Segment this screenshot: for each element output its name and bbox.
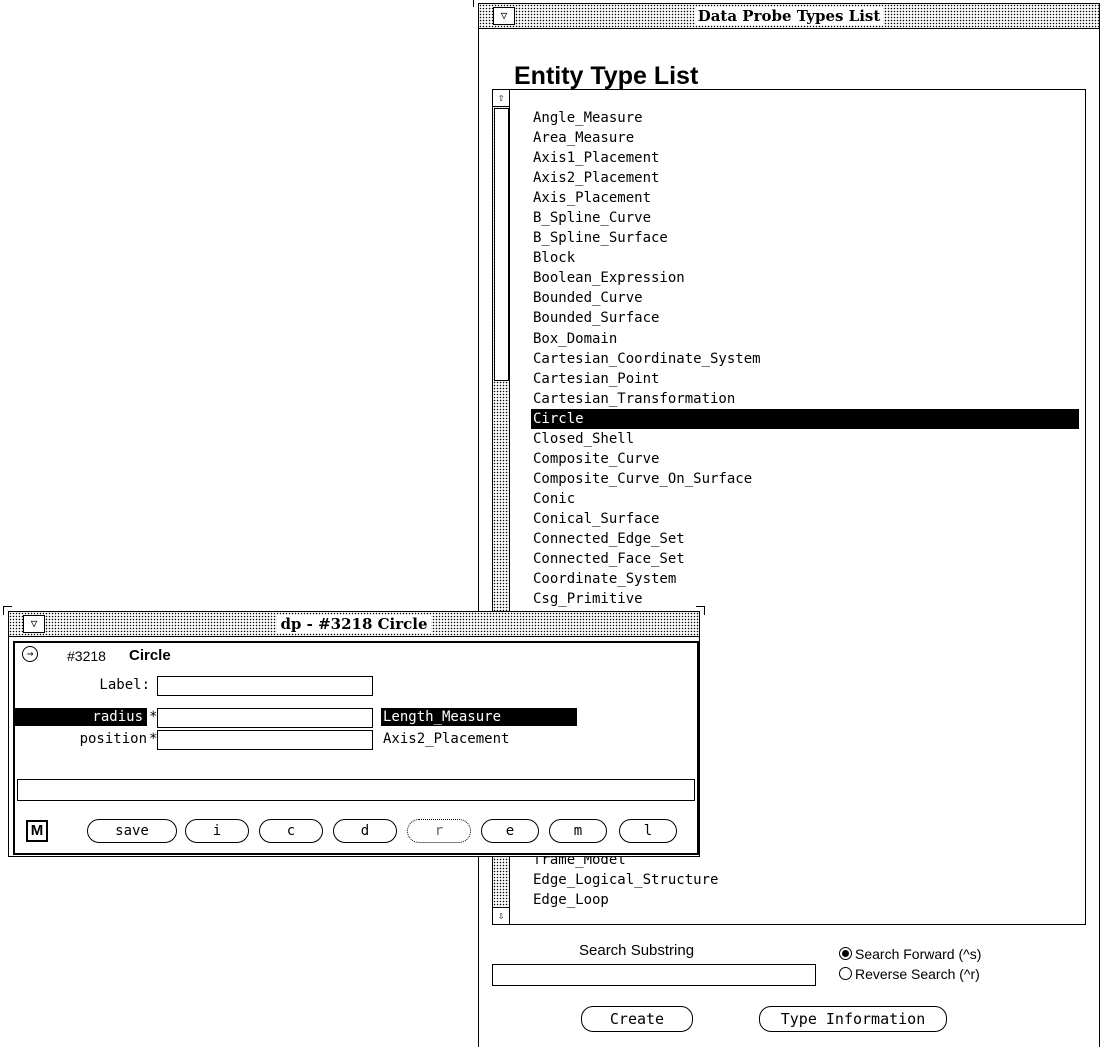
- search-forward-label: Search Forward (^s): [855, 946, 982, 962]
- radius-input[interactable]: [157, 708, 373, 728]
- label-input[interactable]: [157, 676, 373, 696]
- scroll-thumb[interactable]: [494, 108, 509, 381]
- save-button[interactable]: save: [87, 819, 177, 843]
- entity-name: Circle: [129, 647, 171, 664]
- list-item[interactable]: Csg_Primitive: [531, 589, 1079, 609]
- list-item[interactable]: Cartesian_Transformation: [531, 389, 1079, 409]
- list-item[interactable]: Axis2_Placement: [531, 168, 1079, 188]
- list-item[interactable]: Axis1_Placement: [531, 148, 1079, 168]
- circle-arrow-icon[interactable]: →: [22, 646, 38, 662]
- reverse-search-option[interactable]: Reverse Search (^r): [839, 966, 980, 982]
- radius-label[interactable]: radius: [15, 708, 147, 726]
- list-item[interactable]: Edge_Loop: [531, 890, 1079, 910]
- position-input[interactable]: [157, 730, 373, 750]
- i-button[interactable]: i: [185, 819, 249, 843]
- list-item[interactable]: Edge_Logical_Structure: [531, 870, 1079, 890]
- list-item[interactable]: Cartesian_Point: [531, 369, 1079, 389]
- radius-type[interactable]: Length_Measure: [381, 708, 577, 726]
- c-button[interactable]: c: [259, 819, 323, 843]
- list-item[interactable]: Block: [531, 248, 1079, 268]
- list-item[interactable]: Bounded_Surface: [531, 308, 1079, 328]
- list-item[interactable]: Connected_Face_Set: [531, 549, 1079, 569]
- reverse-search-label: Reverse Search (^r): [855, 966, 980, 982]
- position-type[interactable]: Axis2_Placement: [383, 731, 509, 747]
- list-item[interactable]: Angle_Measure: [531, 108, 1079, 128]
- position-label[interactable]: position: [35, 731, 147, 747]
- list-item[interactable]: Connected_Edge_Set: [531, 529, 1079, 549]
- list-item[interactable]: Box_Domain: [531, 329, 1079, 349]
- list-item[interactable]: Closed_Shell: [531, 429, 1079, 449]
- title-bar[interactable]: ▽ Data Probe Types List: [479, 4, 1099, 29]
- scroll-down-arrow-icon[interactable]: ⇩: [493, 907, 509, 924]
- label-field-label: Label:: [99, 677, 150, 693]
- window-title: Data Probe Types List: [694, 7, 884, 25]
- list-item[interactable]: Axis_Placement: [531, 188, 1079, 208]
- search-input[interactable]: [492, 964, 816, 986]
- title-bar[interactable]: ▽ dp - #3218 Circle: [9, 612, 699, 637]
- list-item[interactable]: Area_Measure: [531, 128, 1079, 148]
- list-heading: Entity Type List: [514, 62, 699, 90]
- radio-selected-icon[interactable]: [839, 947, 852, 960]
- l-button[interactable]: l: [619, 819, 677, 843]
- list-item[interactable]: Cartesian_Coordinate_System: [531, 349, 1079, 369]
- list-item[interactable]: Circle: [531, 408, 1079, 429]
- e-button[interactable]: e: [481, 819, 539, 843]
- required-marker: *: [149, 731, 158, 747]
- window-title: dp - #3218 Circle: [277, 615, 431, 633]
- list-item[interactable]: Composite_Curve: [531, 449, 1079, 469]
- scroll-up-arrow-icon[interactable]: ⇧: [493, 90, 509, 107]
- entity-id: #3218: [67, 648, 106, 664]
- list-item[interactable]: Composite_Curve_On_Surface: [531, 469, 1079, 489]
- radio-unselected-icon[interactable]: [839, 967, 852, 980]
- list-item[interactable]: Bounded_Curve: [531, 288, 1079, 308]
- m-button[interactable]: m: [549, 819, 607, 843]
- d-button[interactable]: d: [333, 819, 397, 843]
- search-label: Search Substring: [579, 942, 695, 959]
- types-list-window: ▽ Data Probe Types List Entity Type List…: [473, 0, 1100, 1047]
- list-item[interactable]: B_Spline_Curve: [531, 208, 1079, 228]
- list-item[interactable]: Boolean_Expression: [531, 268, 1079, 288]
- list-item[interactable]: Conic: [531, 489, 1079, 509]
- search-forward-option[interactable]: Search Forward (^s): [839, 946, 981, 962]
- create-button[interactable]: Create: [581, 1006, 693, 1032]
- message-bar: [17, 779, 695, 801]
- list-item[interactable]: B_Spline_Surface: [531, 228, 1079, 248]
- list-item[interactable]: Conical_Surface: [531, 509, 1079, 529]
- type-information-button[interactable]: Type Information: [759, 1006, 947, 1032]
- data-probe-window: ▽ dp - #3218 Circle → #3218 Circle Label…: [3, 606, 705, 857]
- m-button[interactable]: M: [26, 820, 48, 842]
- probe-panel: → #3218 Circle Label: radius * Length_Me…: [13, 641, 699, 855]
- required-marker: *: [149, 709, 158, 725]
- list-item[interactable]: Coordinate_System: [531, 569, 1079, 589]
- r-button[interactable]: r: [407, 819, 471, 843]
